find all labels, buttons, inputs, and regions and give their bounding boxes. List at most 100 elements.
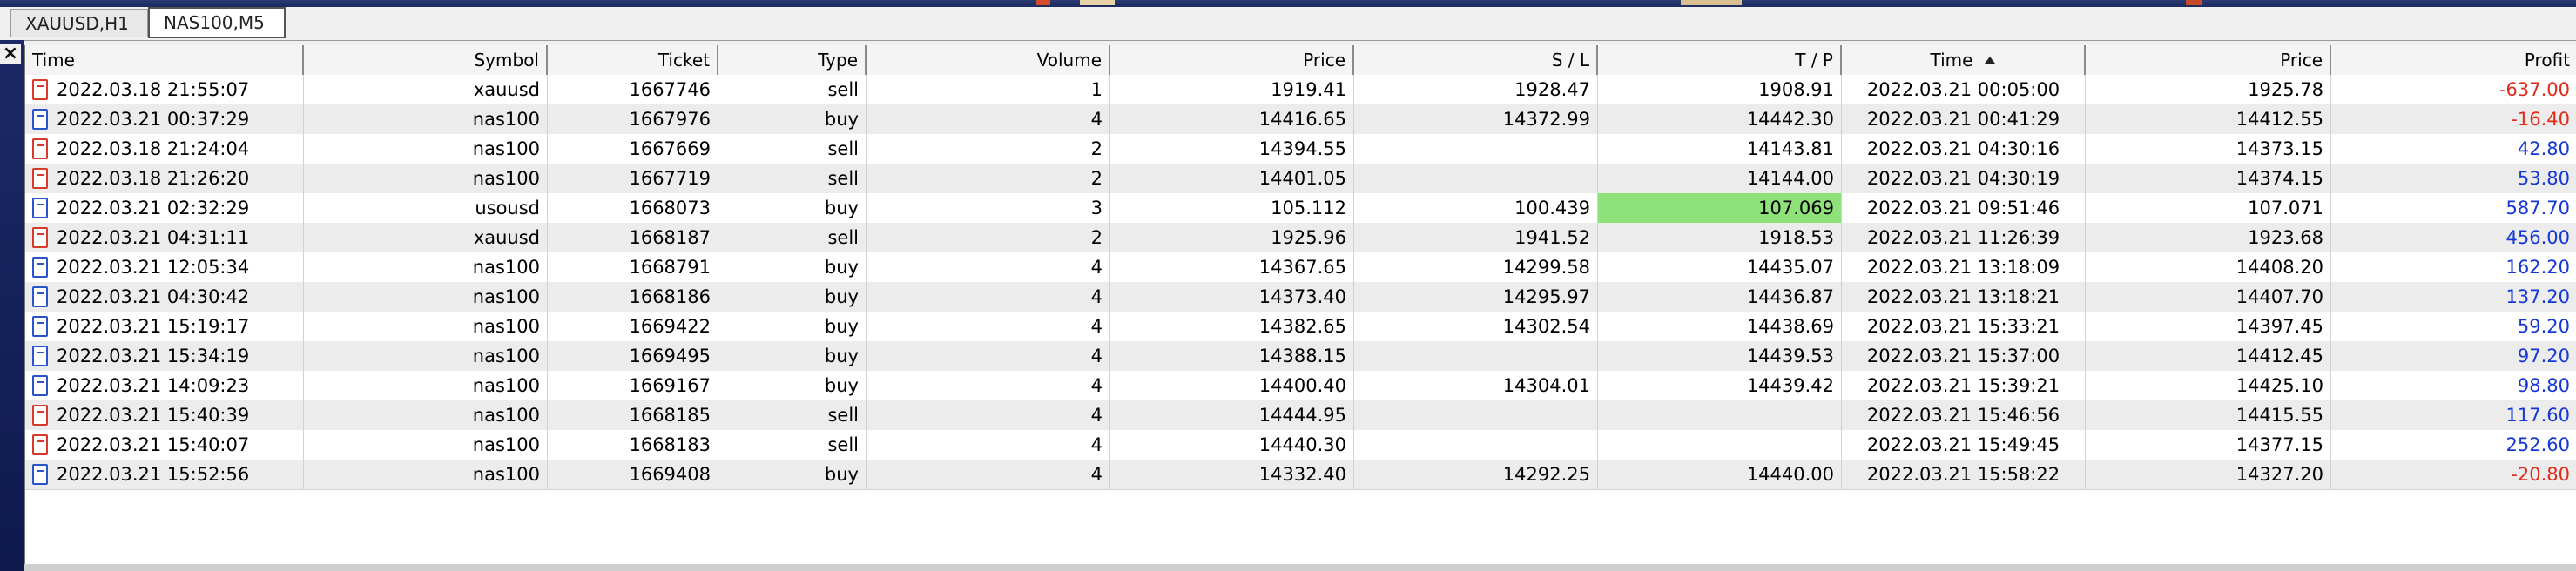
cell-close-time: 2022.03.21 04:30:19 [1842, 164, 2086, 193]
cell-volume: 4 [867, 282, 1110, 312]
cell-take-profit-text: 14439.42 [1746, 375, 1834, 396]
cell-volume: 4 [867, 252, 1110, 282]
cell-open-price-text: 14332.40 [1258, 464, 1346, 485]
cell-open-price-text: 14367.65 [1258, 257, 1346, 278]
cell-volume-text: 4 [1090, 405, 1103, 426]
table-row[interactable]: 2022.03.21 04:30:42 nas100 1668186 buy 4 1437… [25, 282, 2576, 312]
sell-ticket-icon [32, 138, 48, 159]
cell-close-time-text: 2022.03.21 15:46:56 [1866, 405, 2060, 426]
cell-ticket: 1667746 [548, 75, 718, 104]
cell-close-price: 14377.15 [2086, 430, 2331, 460]
table-row[interactable]: 2022.03.18 21:24:04 nas100 1667669 sell 2 143… [25, 134, 2576, 165]
col-header-stop-loss[interactable]: S / L [1354, 45, 1598, 75]
cell-symbol: nas100 [304, 341, 548, 371]
cell-stop-loss: 14302.54 [1354, 312, 1598, 341]
cell-ticket: 1669495 [548, 341, 718, 371]
table-row[interactable]: 2022.03.18 21:26:20 nas100 1667719 sell 2 144… [25, 164, 2576, 194]
cell-ticket: 1668186 [548, 282, 718, 312]
table-row[interactable]: 2022.03.21 15:52:56 nas100 1669408 buy 4 1433… [25, 460, 2576, 490]
col-header-profit[interactable]: Profit [2331, 45, 2576, 75]
col-header-close-price[interactable]: Price [2086, 45, 2331, 75]
col-header-symbol[interactable]: Symbol [304, 45, 548, 75]
cell-close-time-text: 2022.03.21 15:37:00 [1866, 346, 2060, 366]
tab-xauusd-h1[interactable]: XAUUSD,H1 [10, 9, 148, 37]
cell-take-profit-text: 14144.00 [1746, 168, 1834, 189]
cell-symbol: nas100 [304, 430, 548, 460]
table-row[interactable]: 2022.03.18 21:55:07 xauusd 1667746 sell 1 191… [25, 75, 2576, 105]
table-row[interactable]: 2022.03.21 15:40:39 nas100 1668185 sell 4 144… [25, 400, 2576, 431]
cell-profit-text: 252.60 [2505, 434, 2570, 455]
cell-symbol: nas100 [304, 282, 548, 312]
table-row[interactable]: 2022.03.21 15:40:07 nas100 1668183 sell 4 144… [25, 430, 2576, 460]
cell-open-price-text: 105.112 [1271, 198, 1346, 218]
cell-open-time-text: 2022.03.21 15:34:19 [57, 346, 250, 366]
buy-ticket-icon [32, 198, 48, 218]
cell-close-price: 14373.15 [2086, 134, 2331, 164]
cell-volume: 4 [867, 400, 1110, 430]
cell-symbol: nas100 [304, 134, 548, 164]
cell-volume-text: 4 [1090, 316, 1103, 337]
cell-volume: 4 [867, 430, 1110, 460]
col-header-open-price[interactable]: Price [1110, 45, 1354, 75]
table-row[interactable]: 2022.03.21 00:37:29 nas100 1667976 buy 4 1441… [25, 104, 2576, 135]
cell-symbol-text: xauusd [473, 227, 540, 248]
table-row[interactable]: 2022.03.21 02:32:29 usousd 1668073 buy 3 105.… [25, 193, 2576, 224]
col-header-take-profit[interactable]: T / P [1598, 45, 1842, 75]
cell-take-profit-text: 14439.53 [1746, 346, 1834, 366]
cell-volume-text: 2 [1090, 227, 1103, 248]
cell-type: buy [718, 252, 867, 282]
cell-type-text: sell [827, 227, 859, 248]
cell-close-price: 14425.10 [2086, 371, 2331, 400]
col-header-open-time[interactable]: Time [25, 45, 304, 75]
table-row[interactable]: 2022.03.21 15:34:19 nas100 1669495 buy 4 1438… [25, 341, 2576, 372]
cell-take-profit-text: 14438.69 [1746, 316, 1834, 337]
cell-symbol-text: xauusd [473, 79, 540, 100]
cell-close-price: 14407.70 [2086, 282, 2331, 312]
cell-close-time: 2022.03.21 00:05:00 [1842, 75, 2086, 104]
cell-symbol: nas100 [304, 104, 548, 134]
cell-open-time: 2022.03.18 21:24:04 [25, 134, 304, 164]
col-header-close-time[interactable]: Time [1842, 45, 2086, 75]
cell-take-profit: 14440.00 [1598, 460, 1842, 489]
cell-close-price: 14412.55 [2086, 104, 2331, 134]
cell-type-text: buy [824, 464, 859, 485]
col-header-type[interactable]: Type [718, 45, 867, 75]
col-header-label: Volume [1036, 50, 1102, 71]
col-header-ticket[interactable]: Ticket [548, 45, 718, 75]
cell-symbol-text: nas100 [472, 316, 540, 337]
cell-take-profit: 1918.53 [1598, 223, 1842, 252]
cell-symbol-text: usousd [475, 198, 540, 218]
cell-ticket: 1667719 [548, 164, 718, 193]
col-header-volume[interactable]: Volume [867, 45, 1110, 75]
table-row[interactable]: 2022.03.21 15:19:17 nas100 1669422 buy 4 1438… [25, 312, 2576, 342]
cell-type: buy [718, 104, 867, 134]
cell-symbol: usousd [304, 193, 548, 223]
cell-symbol-text: nas100 [472, 434, 540, 455]
cell-close-time-text: 2022.03.21 15:49:45 [1866, 434, 2060, 455]
horizontal-scrollbar[interactable] [24, 564, 2576, 571]
table-row[interactable]: 2022.03.21 14:09:23 nas100 1669167 buy 4 1440… [25, 371, 2576, 401]
cell-close-price: 14408.20 [2086, 252, 2331, 282]
table-header: Time Symbol Ticket Type Volume Price S /… [25, 45, 2576, 76]
cell-volume-text: 3 [1090, 198, 1103, 218]
cell-open-time: 2022.03.21 15:40:07 [25, 430, 304, 460]
close-icon[interactable]: × [0, 44, 21, 64]
table-row[interactable]: 2022.03.21 12:05:34 nas100 1668791 buy 4 1436… [25, 252, 2576, 283]
cell-take-profit-text: 1908.91 [1758, 79, 1834, 100]
cell-profit: 117.60 [2331, 400, 2576, 430]
table-row[interactable]: 2022.03.21 04:31:11 xauusd 1668187 sell 2 192… [25, 223, 2576, 253]
tab-nas100-m5[interactable]: NAS100,M5 [148, 7, 286, 38]
cell-stop-loss [1354, 134, 1598, 164]
cell-stop-loss: 100.439 [1354, 193, 1598, 223]
account-history-table: Time Symbol Ticket Type Volume Price S /… [24, 45, 2576, 571]
cell-close-price-text: 14377.15 [2235, 434, 2323, 455]
cell-ticket-text: 1669495 [629, 346, 711, 366]
cell-open-time-text: 2022.03.21 15:52:56 [57, 464, 250, 485]
cell-profit: 97.20 [2331, 341, 2576, 371]
cell-ticket-text: 1668791 [629, 257, 711, 278]
cell-profit-text: 456.00 [2505, 227, 2570, 248]
cell-open-price-text: 14382.65 [1258, 316, 1346, 337]
cell-profit-text: 42.80 [2517, 138, 2570, 159]
cell-profit: 456.00 [2331, 223, 2576, 252]
cell-open-price: 14367.65 [1110, 252, 1354, 282]
